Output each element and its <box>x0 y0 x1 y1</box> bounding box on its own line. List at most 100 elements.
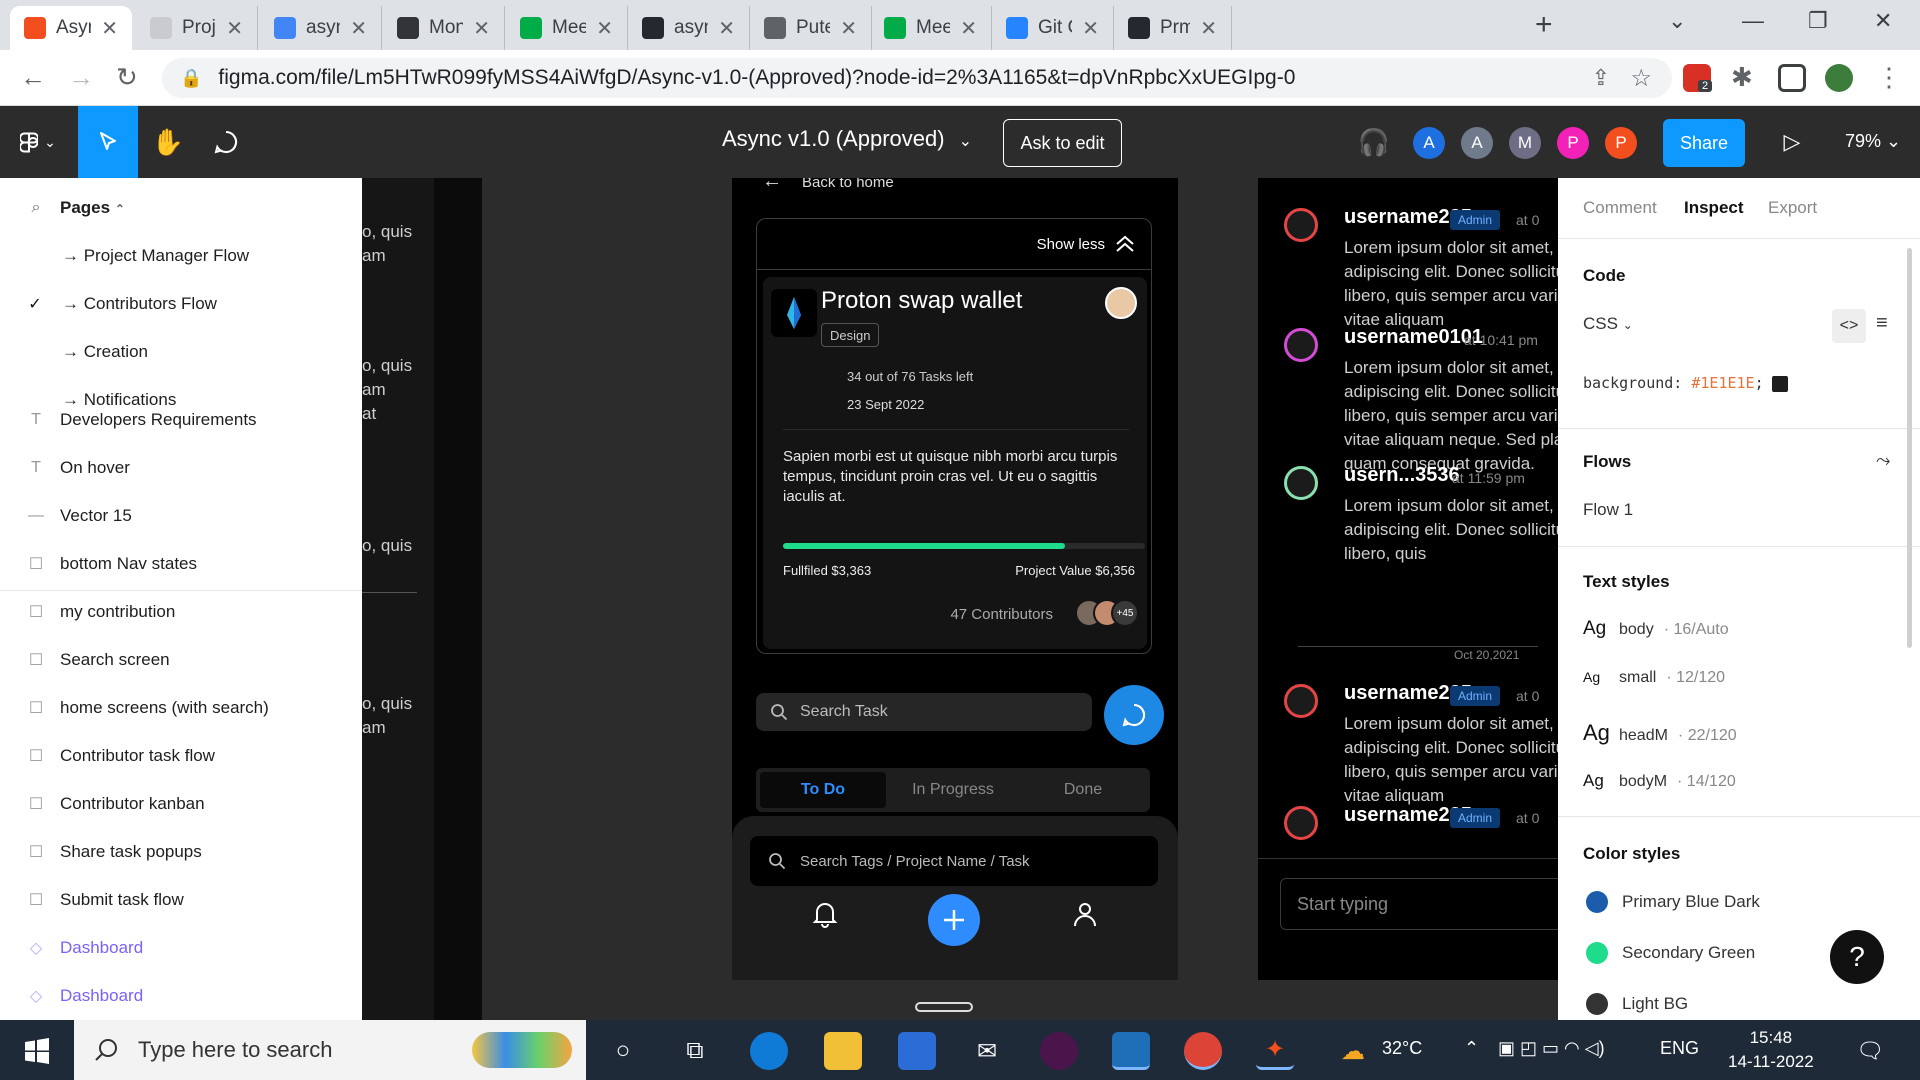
mail-icon[interactable]: ✉ <box>968 1032 1006 1070</box>
code-language-dropdown[interactable]: CSS ⌄ <box>1583 314 1633 334</box>
browser-tab[interactable]: async- ✕ <box>628 6 750 50</box>
browser-tab[interactable]: Meet - ✕ <box>506 6 628 50</box>
tab-search-icon[interactable]: ⌄ <box>1668 8 1686 34</box>
chat-fab-button[interactable] <box>1104 685 1164 745</box>
message-input[interactable]: Start typing <box>1280 878 1558 930</box>
edge-icon[interactable] <box>750 1032 788 1070</box>
text-style-item[interactable]: Ag small · 12/120 <box>1583 669 1725 687</box>
tab-export[interactable]: Export <box>1768 198 1817 218</box>
tab-inspect[interactable]: Inspect <box>1684 198 1744 218</box>
layer-item[interactable]: ☐ Contributor kanban <box>0 784 362 824</box>
text-style-item[interactable]: Ag body · 16/Auto <box>1583 618 1729 640</box>
layer-item[interactable]: T Developers Requirements <box>0 400 362 440</box>
tab-comment[interactable]: Comment <box>1583 198 1657 218</box>
sidepanel-icon[interactable] <box>1778 64 1806 92</box>
move-tool-icon[interactable] <box>78 106 138 178</box>
tray-icons[interactable]: ▣ ◰ ▭ ◠ ◁) <box>1498 1038 1605 1059</box>
vscode-icon[interactable] <box>1112 1032 1150 1070</box>
layer-item[interactable]: ☐ home screens (with search) <box>0 688 362 728</box>
back-icon[interactable]: ← <box>20 62 46 93</box>
browser-tab[interactable]: Project ✕ <box>136 6 258 50</box>
browser-tab[interactable]: Puter ✕ <box>750 6 872 50</box>
tab-done[interactable]: Done <box>1020 772 1146 808</box>
store-icon[interactable] <box>898 1032 936 1070</box>
weather-temp[interactable]: 32°C <box>1382 1038 1422 1059</box>
browser-tab[interactable]: Git Che ✕ <box>992 6 1114 50</box>
search-icon[interactable]: ⌕ <box>27 199 45 217</box>
close-icon[interactable]: ✕ <box>226 16 243 41</box>
text-style-item[interactable]: Ag bodyM · 14/120 <box>1583 771 1736 791</box>
reload-icon[interactable]: ↻ <box>116 62 138 93</box>
layer-item[interactable]: ◇ Dashboard <box>0 976 362 1016</box>
close-window-icon[interactable]: ✕ <box>1874 8 1892 34</box>
puzzle-icon[interactable]: ✱ <box>1731 62 1753 93</box>
share-page-icon[interactable]: ⇪ <box>1592 65 1610 91</box>
audio-headphones-icon[interactable]: 🎧 <box>1354 106 1394 178</box>
add-button[interactable] <box>928 894 980 946</box>
windows-start-icon[interactable] <box>14 1034 62 1068</box>
layer-item[interactable]: ☐ Search screen <box>0 640 362 680</box>
slack-icon[interactable] <box>1040 1032 1078 1070</box>
css-code-line[interactable]: background: #1E1E1E; <box>1583 374 1788 392</box>
page-item[interactable]: → Project Manager Flow <box>0 236 362 276</box>
language-indicator[interactable]: ENG <box>1660 1038 1699 1059</box>
phone-frame[interactable]: ← Back to home Show less Proton swap wall… <box>732 178 1178 980</box>
cortana-icon[interactable]: ○ <box>604 1032 642 1070</box>
close-icon[interactable]: ✕ <box>473 16 490 41</box>
browser-tab[interactable]: Async v ✕ <box>10 6 132 50</box>
layer-item[interactable]: ☐ bottom Nav states <box>0 544 362 584</box>
notifications-icon[interactable]: 🗨 <box>1856 1038 1884 1064</box>
clock[interactable]: 15:48 14-11-2022 <box>1728 1026 1814 1074</box>
task-view-icon[interactable]: ⧉ <box>676 1032 714 1070</box>
layer-item[interactable]: T On hover <box>0 448 362 488</box>
browser-tab[interactable]: Monkey ✕ <box>383 6 505 50</box>
collaborator-avatar[interactable]: A <box>1413 127 1445 159</box>
ask-to-edit-button[interactable]: Ask to edit <box>1003 119 1122 167</box>
close-icon[interactable]: ✕ <box>1082 16 1099 41</box>
chrome-icon[interactable] <box>1184 1032 1222 1070</box>
profile-icon[interactable] <box>1072 900 1098 933</box>
collaborator-avatar[interactable]: P <box>1557 127 1589 159</box>
bell-icon[interactable] <box>812 900 838 933</box>
minimize-icon[interactable]: — <box>1742 8 1764 34</box>
present-play-icon[interactable]: ▷ <box>1772 106 1812 178</box>
browser-tab[interactable]: Prmsni ✕ <box>1114 6 1232 50</box>
search-task-input[interactable]: Search Task <box>756 693 1092 731</box>
new-tab-icon[interactable]: + <box>1535 8 1553 42</box>
menu-dots-icon[interactable]: ⋮ <box>1876 62 1902 93</box>
close-icon[interactable]: ✕ <box>718 16 735 41</box>
code-view-icon[interactable]: <> <box>1832 309 1866 343</box>
hand-tool-icon[interactable]: ✋ <box>138 106 198 178</box>
layer-item[interactable]: ☐ Submit task flow <box>0 880 362 920</box>
panel-scrollbar[interactable] <box>1907 248 1912 648</box>
flow-item[interactable]: Flow 1 <box>1583 500 1633 520</box>
layer-item[interactable]: ☐ my contribution <box>0 592 362 632</box>
pages-header[interactable]: ⌕ Pages ⌃ <box>0 188 362 228</box>
close-icon[interactable]: ✕ <box>960 16 977 41</box>
forward-icon[interactable]: → <box>68 62 94 93</box>
show-less-toggle[interactable]: Show less <box>1037 219 1135 269</box>
bookmark-star-icon[interactable]: ☆ <box>1630 64 1652 93</box>
file-explorer-icon[interactable] <box>824 1032 862 1070</box>
list-view-icon[interactable]: ≡ <box>1876 312 1888 335</box>
layer-item[interactable]: ◇ Dashboard <box>0 928 362 968</box>
back-to-home[interactable]: ← Back to home <box>762 178 894 193</box>
collaborator-avatar[interactable]: P <box>1605 127 1637 159</box>
tab-to-do[interactable]: To Do <box>760 772 886 808</box>
share-button[interactable]: Share <box>1663 119 1745 167</box>
figma-menu-icon[interactable]: ⌄ <box>0 106 76 178</box>
close-icon[interactable]: ✕ <box>101 16 118 41</box>
figma-app-icon[interactable]: ✦ <box>1256 1032 1294 1070</box>
flow-link-icon[interactable]: ⤳ <box>1876 450 1890 471</box>
collaborator-avatar[interactable]: M <box>1509 127 1541 159</box>
close-icon[interactable]: ✕ <box>840 16 857 41</box>
page-item[interactable]: → Creation <box>0 332 362 372</box>
color-style-item[interactable]: Light BG <box>1586 993 1688 1015</box>
tab-in-progress[interactable]: In Progress <box>890 772 1016 808</box>
restore-icon[interactable]: ❐ <box>1808 8 1828 34</box>
browser-tab[interactable]: Meet - ✕ <box>870 6 992 50</box>
taskbar-search[interactable]: Type here to search <box>74 1020 586 1080</box>
layer-item[interactable]: ☐ Contributor task flow <box>0 736 362 776</box>
url-field[interactable]: 🔒 figma.com/file/Lm5HTwR099fyMSS4AiWfgD/… <box>162 58 1672 98</box>
search-tags-input[interactable]: Search Tags / Project Name / Task <box>750 836 1158 886</box>
